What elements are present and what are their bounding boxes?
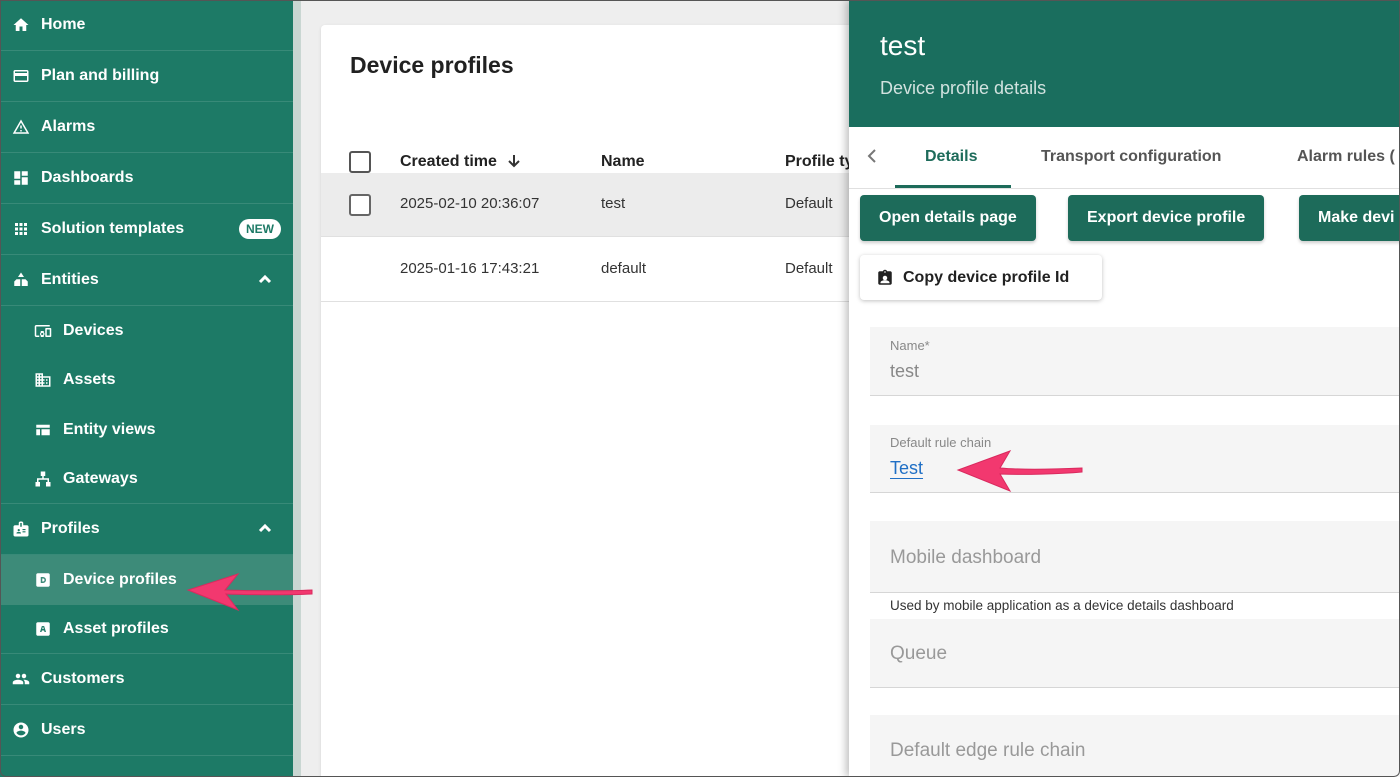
chevron-up-icon[interactable] — [257, 521, 273, 537]
main-content: Device profiles Created time Name Profil… — [301, 0, 861, 777]
tab-details[interactable]: Details — [925, 148, 977, 166]
customers-icon — [10, 670, 32, 688]
sidebar-item-label: Entities — [41, 271, 99, 288]
device-profile-icon — [32, 571, 54, 589]
sidebar-item-dashboards[interactable]: Dashboards — [0, 153, 293, 204]
arrow-down-icon — [508, 155, 521, 168]
sidebar: Home Plan and billing Alarms Dashboards … — [0, 0, 293, 777]
page-title: Device profiles — [350, 52, 514, 78]
chevron-up-icon[interactable] — [257, 272, 273, 288]
panel-subtitle: Device profile details — [880, 78, 1047, 98]
sidebar-item-label: Device profiles — [63, 570, 177, 588]
sidebar-item-entity-views[interactable]: Entity views — [0, 405, 293, 455]
assets-icon — [32, 371, 54, 389]
sidebar-item-label: Asset profiles — [63, 619, 169, 637]
default-rule-chain-link[interactable]: Test — [890, 458, 923, 479]
devices-icon — [32, 322, 54, 340]
asset-profile-icon — [32, 620, 54, 638]
sidebar-item-gateways[interactable]: Gateways — [0, 455, 293, 504]
home-icon — [10, 16, 32, 34]
mobile-dashboard-field[interactable]: Mobile dashboard — [870, 521, 1400, 593]
tab-transport-configuration[interactable]: Transport configuration — [1041, 148, 1221, 166]
sidebar-item-label: Plan and billing — [41, 67, 160, 84]
sidebar-item-device-profiles[interactable]: Device profiles — [0, 555, 293, 605]
sidebar-item-label: Entity views — [63, 420, 156, 438]
sidebar-item-devices[interactable]: Devices — [0, 306, 293, 356]
sidebar-item-label: Gateways — [63, 469, 138, 487]
sidebar-item-label: Home — [41, 16, 86, 33]
cell-created-time: 2025-02-10 20:36:07 — [400, 195, 540, 212]
details-tabs: Details Transport configuration Alarm ru… — [849, 127, 1400, 189]
device-profile-details-panel: test Device profile details Details Tran… — [849, 0, 1400, 777]
name-field-label: Name* — [890, 338, 930, 353]
default-edge-rule-chain-placeholder: Default edge rule chain — [890, 740, 1086, 761]
chevron-left-icon[interactable] — [865, 147, 879, 165]
gateway-icon — [32, 470, 54, 488]
apps-grid-icon — [10, 220, 32, 238]
sidebar-item-assets[interactable]: Assets — [0, 356, 293, 406]
name-field-value: test — [890, 361, 920, 381]
table-row[interactable]: 2025-02-10 20:36:07 test Default — [321, 173, 861, 237]
sidebar-item-solution-templates[interactable]: Solution templates NEW — [0, 204, 293, 255]
sidebar-item-customers[interactable]: Customers — [0, 654, 293, 705]
default-rule-chain-label: Default rule chain — [890, 435, 992, 450]
copy-id-label: Copy device profile Id — [903, 268, 1070, 286]
sidebar-item-entities[interactable]: Entities — [0, 255, 293, 306]
row-checkbox[interactable] — [349, 194, 371, 216]
sidebar-item-label: Users — [41, 721, 86, 738]
sidebar-divider — [293, 0, 301, 777]
make-default-button[interactable]: Make devi — [1299, 195, 1400, 241]
sidebar-item-users[interactable]: Users — [0, 705, 293, 756]
sidebar-item-label: Solution templates — [41, 220, 185, 237]
column-header-profile-type[interactable]: Profile ty — [785, 153, 853, 171]
mobile-dashboard-placeholder: Mobile dashboard — [890, 547, 1042, 568]
export-device-profile-button[interactable]: Export device profile — [1068, 195, 1265, 241]
sidebar-item-profiles[interactable]: Profiles — [0, 504, 293, 555]
tab-alarm-rules[interactable]: Alarm rules ( — [1297, 148, 1395, 166]
mobile-dashboard-hint: Used by mobile application as a device d… — [890, 598, 1234, 613]
cell-created-time: 2025-01-16 17:43:21 — [400, 260, 540, 277]
default-edge-rule-chain-field[interactable]: Default edge rule chain — [870, 715, 1400, 777]
sidebar-item-label: Dashboards — [41, 169, 134, 186]
name-field[interactable]: Name* test — [870, 327, 1400, 396]
column-header-name[interactable]: Name — [601, 153, 645, 171]
table-row[interactable]: 2025-01-16 17:43:21 default Default — [321, 238, 861, 302]
sidebar-item-label: Devices — [63, 321, 124, 339]
column-header-created-time[interactable]: Created time — [400, 153, 521, 171]
profiles-icon — [10, 520, 32, 538]
sidebar-item-label: Profiles — [41, 520, 100, 537]
sidebar-item-alarms[interactable]: Alarms — [0, 102, 293, 153]
cell-profile-type: Default — [785, 195, 833, 212]
sidebar-item-asset-profiles[interactable]: Asset profiles — [0, 605, 293, 654]
entity-views-icon — [32, 421, 54, 439]
open-details-page-button[interactable]: Open details page — [860, 195, 1036, 241]
sidebar-item-label: Assets — [63, 371, 116, 389]
panel-header: test Device profile details — [849, 0, 1400, 127]
sidebar-item-label: Customers — [41, 670, 125, 687]
active-tab-indicator — [895, 185, 1011, 188]
entities-icon — [10, 271, 32, 289]
cell-profile-type: Default — [785, 260, 833, 277]
clipboard-icon — [876, 269, 894, 287]
sidebar-item-home[interactable]: Home — [0, 0, 293, 51]
queue-placeholder: Queue — [890, 643, 948, 664]
alarm-warning-icon — [10, 118, 32, 136]
copy-device-profile-id-button[interactable]: Copy device profile Id — [860, 255, 1102, 300]
cell-name: test — [601, 195, 626, 212]
device-profiles-table-card: Device profiles Created time Name Profil… — [321, 25, 861, 777]
sidebar-item-label: Alarms — [41, 118, 96, 135]
dashboard-icon — [10, 169, 32, 187]
new-badge: NEW — [239, 219, 281, 239]
panel-title: test — [880, 30, 926, 61]
default-rule-chain-field[interactable]: Default rule chain Test — [870, 425, 1400, 493]
cell-name: default — [601, 260, 647, 277]
users-icon — [10, 721, 32, 739]
queue-field[interactable]: Queue — [870, 619, 1400, 688]
select-all-checkbox[interactable] — [349, 151, 371, 173]
billing-icon — [10, 67, 32, 85]
sidebar-item-plan-and-billing[interactable]: Plan and billing — [0, 51, 293, 102]
